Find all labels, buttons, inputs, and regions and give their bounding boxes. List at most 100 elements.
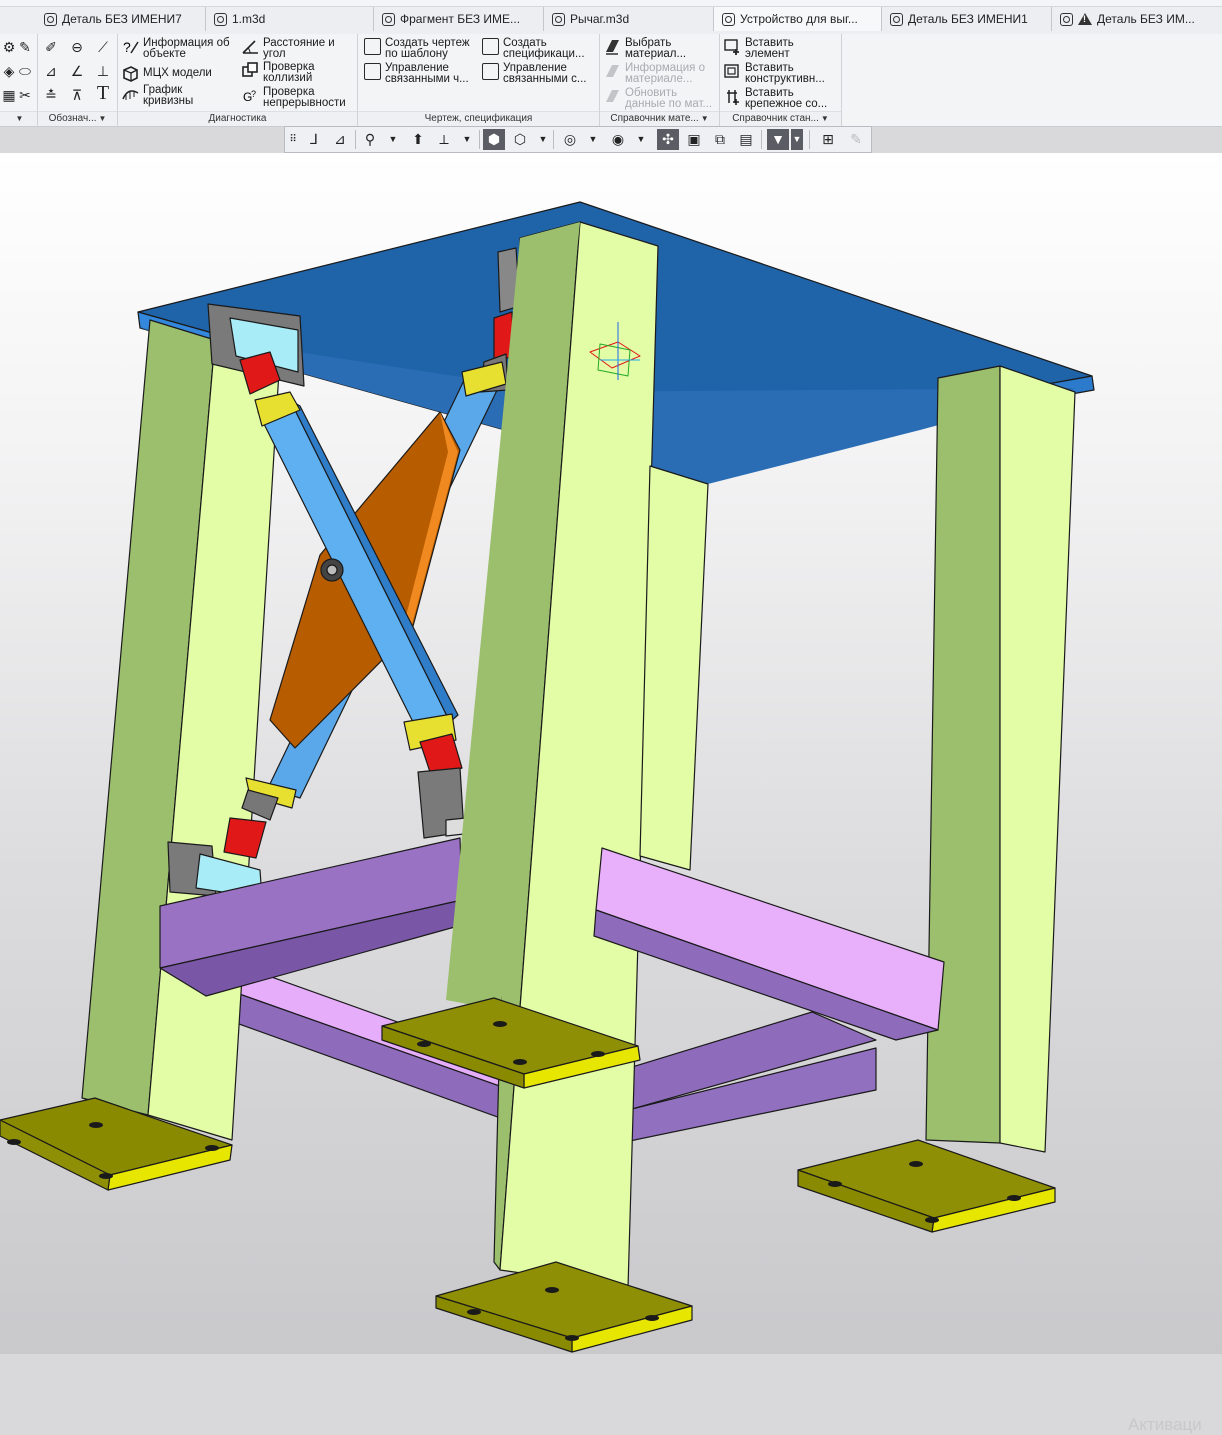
create-drawing-template-button[interactable]: Создать чертеж по шаблону <box>364 37 470 60</box>
linked-drawings-icon <box>364 63 381 80</box>
view-toolbar: ⠿ ⅃ ⊿ ⚲ ▼ ⬆ ⟂ ▼ ⬢ ⬡ ▼ ◎ ▼ ◉ ▼ ✣ ▣ ⧉ ▤ ▼ … <box>284 126 872 153</box>
tab-detail-warning[interactable]: Деталь БЕЗ ИМ... <box>1052 7 1222 31</box>
filter-icon[interactable]: ▼ <box>767 129 789 150</box>
ribbon: ⚙ ✎ ◈ ⬭ ▦ ✂ ▼ ✐ ⊖ ⟋ ⊿ ∠ ⊥ ≛ ⊼ T Обознач.… <box>0 34 842 127</box>
continuity-check-button[interactable]: G? Проверка непрерывности <box>242 86 346 109</box>
ribbon-group-label[interactable]: Обознач... ▼ <box>38 111 117 126</box>
tab-1-m3d[interactable]: 1.m3d <box>206 7 374 31</box>
tab-detail-7[interactable]: Деталь БЕЗ ИМЕНИ7 <box>36 7 206 31</box>
beam-back-right <box>595 1011 877 1149</box>
material-update-icon <box>604 88 621 105</box>
hole-mark-icon[interactable]: ⊖ <box>68 38 86 56</box>
tab-label: Деталь БЕЗ ИМ... <box>1097 12 1195 26</box>
roughness-icon[interactable]: ⊿ <box>42 62 60 80</box>
mark-icon[interactable]: ≛ <box>42 86 60 104</box>
tab-label: Деталь БЕЗ ИМЕНИ7 <box>62 12 182 26</box>
manage-linked-specs-button[interactable]: Управление связанными с... <box>482 62 586 85</box>
chevron-down-icon[interactable]: ▼ <box>537 129 549 150</box>
part-document-icon <box>552 12 565 26</box>
tool-icon[interactable]: ✎ <box>16 38 34 56</box>
tab-lever[interactable]: Рычаг.m3d <box>544 7 714 31</box>
assembly-document-icon <box>722 12 735 26</box>
distance-angle-button[interactable]: Расстояние и угол <box>242 37 335 60</box>
curvature-graph-icon <box>122 85 139 102</box>
section-icon[interactable]: ▣ <box>683 129 705 150</box>
ribbon-group-label[interactable]: ▼ <box>0 111 37 126</box>
normal-to-icon[interactable]: ⊿ <box>329 129 351 150</box>
shaded-display-icon[interactable]: ⬢ <box>483 129 505 150</box>
orient-icon[interactable]: ⅃ <box>303 129 325 150</box>
distance-angle-icon <box>242 38 259 55</box>
snap-icon[interactable]: ✣ <box>657 129 679 150</box>
info-object-icon: ? <box>122 38 139 55</box>
text-icon[interactable]: T <box>94 83 112 103</box>
tab-detail-1[interactable]: Деталь БЕЗ ИМЕНИ1 <box>882 7 1052 31</box>
tool-icon[interactable]: ✂ <box>16 86 34 104</box>
ribbon-empty-area <box>842 34 1222 127</box>
ribbon-group-label[interactable]: Справочник мате... ▼ <box>600 111 719 126</box>
fragment-document-icon <box>382 12 395 26</box>
ribbon-group-label[interactable]: Справочник стан... ▼ <box>720 111 841 126</box>
mass-properties-button[interactable]: МЦХ модели <box>122 65 212 82</box>
tool-icon[interactable]: ⬭ <box>16 62 34 80</box>
document-tab-bar: Деталь БЕЗ ИМЕНИ7 1.m3d Фрагмент БЕЗ ИМЕ… <box>0 0 1222 35</box>
chevron-down-icon[interactable]: ▼ <box>387 129 399 150</box>
insert-element-icon <box>724 38 741 55</box>
ribbon-group-drawing-spec: Создать чертеж по шаблону Управление связа… <box>358 34 600 126</box>
position-icon[interactable]: ⊼ <box>68 86 86 104</box>
insert-structural-icon <box>724 63 741 80</box>
insert-fastener-icon <box>724 88 741 105</box>
material-icon <box>604 38 621 55</box>
thread-icon[interactable]: ✐ <box>42 38 60 56</box>
warning-icon <box>1078 13 1092 25</box>
manage-linked-drawings-button[interactable]: Управление связанными ч... <box>364 62 469 85</box>
axes-icon[interactable]: ⟂ <box>433 129 455 150</box>
select-material-button[interactable]: Выбрать материал... <box>604 37 686 60</box>
svg-text:?: ? <box>123 39 131 55</box>
ribbon-group-label: Диагностика <box>118 111 357 126</box>
part-document-icon <box>890 12 903 26</box>
chevron-down-icon[interactable]: ▼ <box>461 129 473 150</box>
insert-structural-button[interactable]: Вставить конструктивн... <box>724 62 825 85</box>
assembly-3d-model[interactable] <box>0 153 1222 1354</box>
leg-back-right <box>925 365 1076 1153</box>
object-info-button[interactable]: ? Информация об объекте <box>122 37 230 60</box>
toolbar-grip-icon[interactable]: ⠿ <box>287 129 299 150</box>
part-document-icon <box>214 12 227 26</box>
create-spec-icon <box>482 38 499 55</box>
create-spec-button[interactable]: Создать спецификаци... <box>482 37 585 60</box>
mass-properties-icon <box>122 65 139 82</box>
base-icon[interactable]: ⊥ <box>94 62 112 80</box>
chevron-down-icon[interactable]: ▼ <box>791 129 803 150</box>
visibility-icon[interactable]: ◉ <box>607 129 629 150</box>
insert-fastener-button[interactable]: Вставить крепежное со... <box>724 87 827 110</box>
hide-icon[interactable]: ◎ <box>559 129 581 150</box>
weld-icon[interactable]: ∠ <box>68 62 86 80</box>
layers-icon[interactable]: ▤ <box>735 129 757 150</box>
tab-label: Рычаг.m3d <box>570 12 630 26</box>
beam-front-right <box>593 847 945 1041</box>
explode-icon[interactable]: ⧉ <box>709 129 731 150</box>
bracket-bottom-right <box>403 713 467 839</box>
collision-check-button[interactable]: Проверка коллизий <box>242 61 315 84</box>
zoom-icon[interactable]: ⚲ <box>359 129 381 150</box>
model-viewport[interactable]: Активаци <box>0 153 1222 1434</box>
ribbon-group-cut: ⚙ ✎ ◈ ⬭ ▦ ✂ ▼ <box>0 34 38 126</box>
measure-icon[interactable]: ⊞ <box>817 129 839 150</box>
leader-icon[interactable]: ⟋ <box>94 38 112 56</box>
drawing-template-icon <box>364 38 381 55</box>
material-info-icon <box>604 63 621 80</box>
pencil-icon[interactable]: ✎ <box>845 129 867 150</box>
insert-element-button[interactable]: Вставить элемент <box>724 37 794 60</box>
material-info-button[interactable]: Информация о материале... <box>604 62 705 85</box>
view-orientation-icon[interactable]: ⬆ <box>407 129 429 150</box>
chevron-down-icon[interactable]: ▼ <box>635 129 647 150</box>
activation-watermark: Активаци <box>1128 1415 1202 1434</box>
curvature-graph-button[interactable]: График кривизны <box>122 84 193 107</box>
svg-text:?: ? <box>251 89 256 99</box>
tab-device-assembly[interactable]: Устройство для выг... <box>714 7 882 31</box>
update-material-button[interactable]: Обновить данные по мат... <box>604 87 712 110</box>
chevron-down-icon[interactable]: ▼ <box>587 129 599 150</box>
tab-fragment[interactable]: Фрагмент БЕЗ ИМЕ... <box>374 7 544 31</box>
wireframe-display-icon[interactable]: ⬡ <box>509 129 531 150</box>
